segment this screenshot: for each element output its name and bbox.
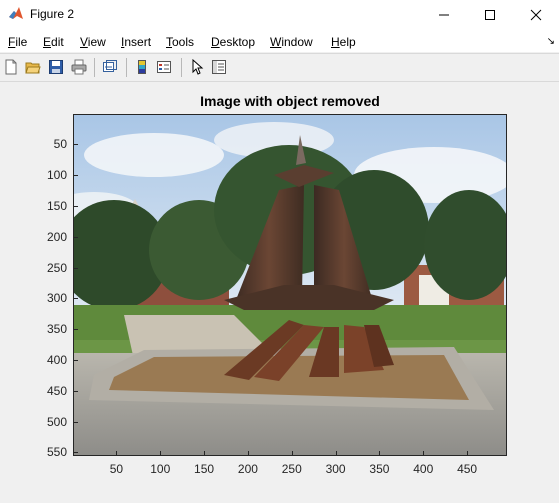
menu-window[interactable]: Window (270, 35, 313, 49)
edit-plot-arrow-icon[interactable] (189, 59, 205, 75)
y-tick-label: 250 (46, 260, 67, 275)
y-tick-mark (74, 390, 78, 392)
menu-desktop[interactable]: Desktop (211, 35, 255, 49)
x-tick-mark (467, 451, 469, 455)
x-tick-label: 50 (109, 462, 124, 476)
menu-tools[interactable]: Tools (166, 35, 194, 49)
y-tick-label: 350 (46, 322, 67, 337)
new-figure-icon[interactable] (3, 59, 19, 75)
print-icon[interactable] (71, 59, 87, 75)
x-tick-label: 250 (281, 462, 302, 476)
maximize-button[interactable] (467, 0, 513, 30)
x-tick-mark (160, 451, 162, 455)
x-tick-mark (247, 451, 249, 455)
y-tick-mark (74, 452, 78, 454)
property-inspector-icon[interactable] (211, 59, 227, 75)
x-tick-label: 300 (325, 462, 346, 476)
menu-file[interactable]: File (8, 35, 27, 49)
insert-colorbar-icon[interactable] (134, 59, 150, 75)
y-tick-label: 400 (46, 352, 67, 367)
x-tick-label: 450 (457, 462, 478, 476)
x-tick-mark (379, 451, 381, 455)
y-tick-label: 450 (46, 383, 67, 398)
dock-arrow-icon[interactable]: ↘ (547, 36, 555, 47)
y-tick-label: 100 (46, 168, 67, 183)
y-tick-mark (74, 421, 78, 423)
menu-help[interactable]: Help (331, 35, 356, 49)
toolbar-separator (126, 58, 127, 77)
menu-edit[interactable]: Edit (43, 35, 64, 49)
y-tick-mark (74, 206, 78, 208)
x-tick-mark (335, 451, 337, 455)
x-tick-mark (204, 451, 206, 455)
maximize-icon (485, 10, 495, 20)
y-tick-label: 300 (46, 291, 67, 306)
y-tick-label: 550 (46, 445, 67, 460)
y-tick-label: 500 (46, 414, 67, 429)
y-tick-mark (74, 144, 78, 146)
insert-legend-icon[interactable] (156, 59, 172, 75)
image-axes[interactable] (73, 114, 507, 456)
photo-image (74, 115, 506, 455)
x-tick-mark (423, 451, 425, 455)
y-tick-label: 150 (46, 199, 67, 214)
x-tick-label: 150 (194, 462, 215, 476)
title-bar: Figure 2 (0, 0, 559, 30)
matlab-logo-icon (9, 7, 23, 19)
menu-view[interactable]: View (80, 35, 106, 49)
close-icon (530, 9, 542, 21)
open-file-icon[interactable] (25, 59, 41, 75)
y-tick-label: 200 (46, 229, 67, 244)
toolbar (0, 53, 559, 82)
y-tick-mark (74, 329, 78, 331)
link-plot-icon[interactable] (102, 59, 118, 75)
x-tick-label: 200 (237, 462, 258, 476)
y-tick-mark (74, 298, 78, 300)
close-button[interactable] (513, 0, 559, 30)
minimize-button[interactable] (421, 0, 467, 30)
x-tick-label: 350 (369, 462, 390, 476)
x-tick-label: 100 (150, 462, 171, 476)
window-title: Figure 2 (30, 7, 75, 21)
y-tick-mark (74, 236, 78, 238)
x-tick-mark (291, 451, 293, 455)
plot-title: Image with object removed (200, 93, 380, 109)
menu-bar: File Edit View Insert Tools Desktop Wind… (0, 30, 559, 52)
y-tick-label: 50 (53, 137, 67, 152)
toolbar-separator (181, 58, 182, 77)
x-tick-mark (116, 451, 118, 455)
y-tick-mark (74, 359, 78, 361)
minimize-icon (439, 14, 449, 16)
y-tick-mark (74, 267, 78, 269)
menu-insert[interactable]: Insert (121, 35, 151, 49)
x-tick-label: 400 (413, 462, 434, 476)
save-icon[interactable] (48, 59, 64, 75)
toolbar-separator (94, 58, 95, 77)
y-tick-mark (74, 175, 78, 177)
